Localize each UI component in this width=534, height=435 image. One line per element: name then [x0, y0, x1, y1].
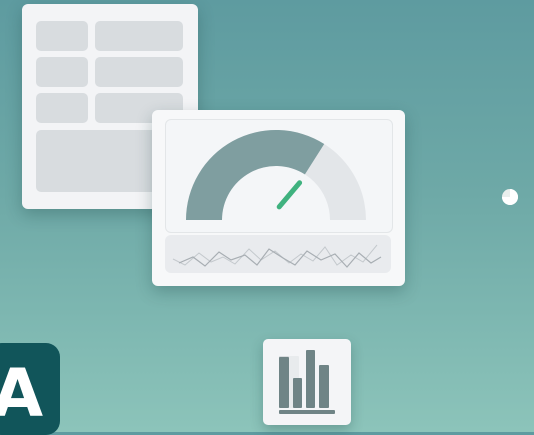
app-logo-icon[interactable]: A — [0, 343, 60, 435]
table-cell — [95, 21, 183, 51]
pie-chart-icon[interactable] — [501, 188, 519, 206]
bar-chart-tile[interactable] — [263, 339, 351, 425]
gauge-icon — [186, 130, 366, 220]
logo-letter: A — [0, 355, 44, 432]
sparkline-panel — [165, 235, 391, 273]
gauge-panel — [165, 119, 393, 233]
bar-chart-icon — [279, 350, 335, 414]
table-cell — [95, 57, 183, 87]
table-cell — [36, 21, 88, 51]
table-cell — [36, 57, 88, 87]
dashboard-card[interactable] — [152, 110, 405, 286]
sparkline-icon — [172, 244, 382, 268]
gauge-needle — [276, 180, 303, 210]
gauge-fill — [186, 130, 325, 220]
table-cell — [36, 93, 88, 123]
